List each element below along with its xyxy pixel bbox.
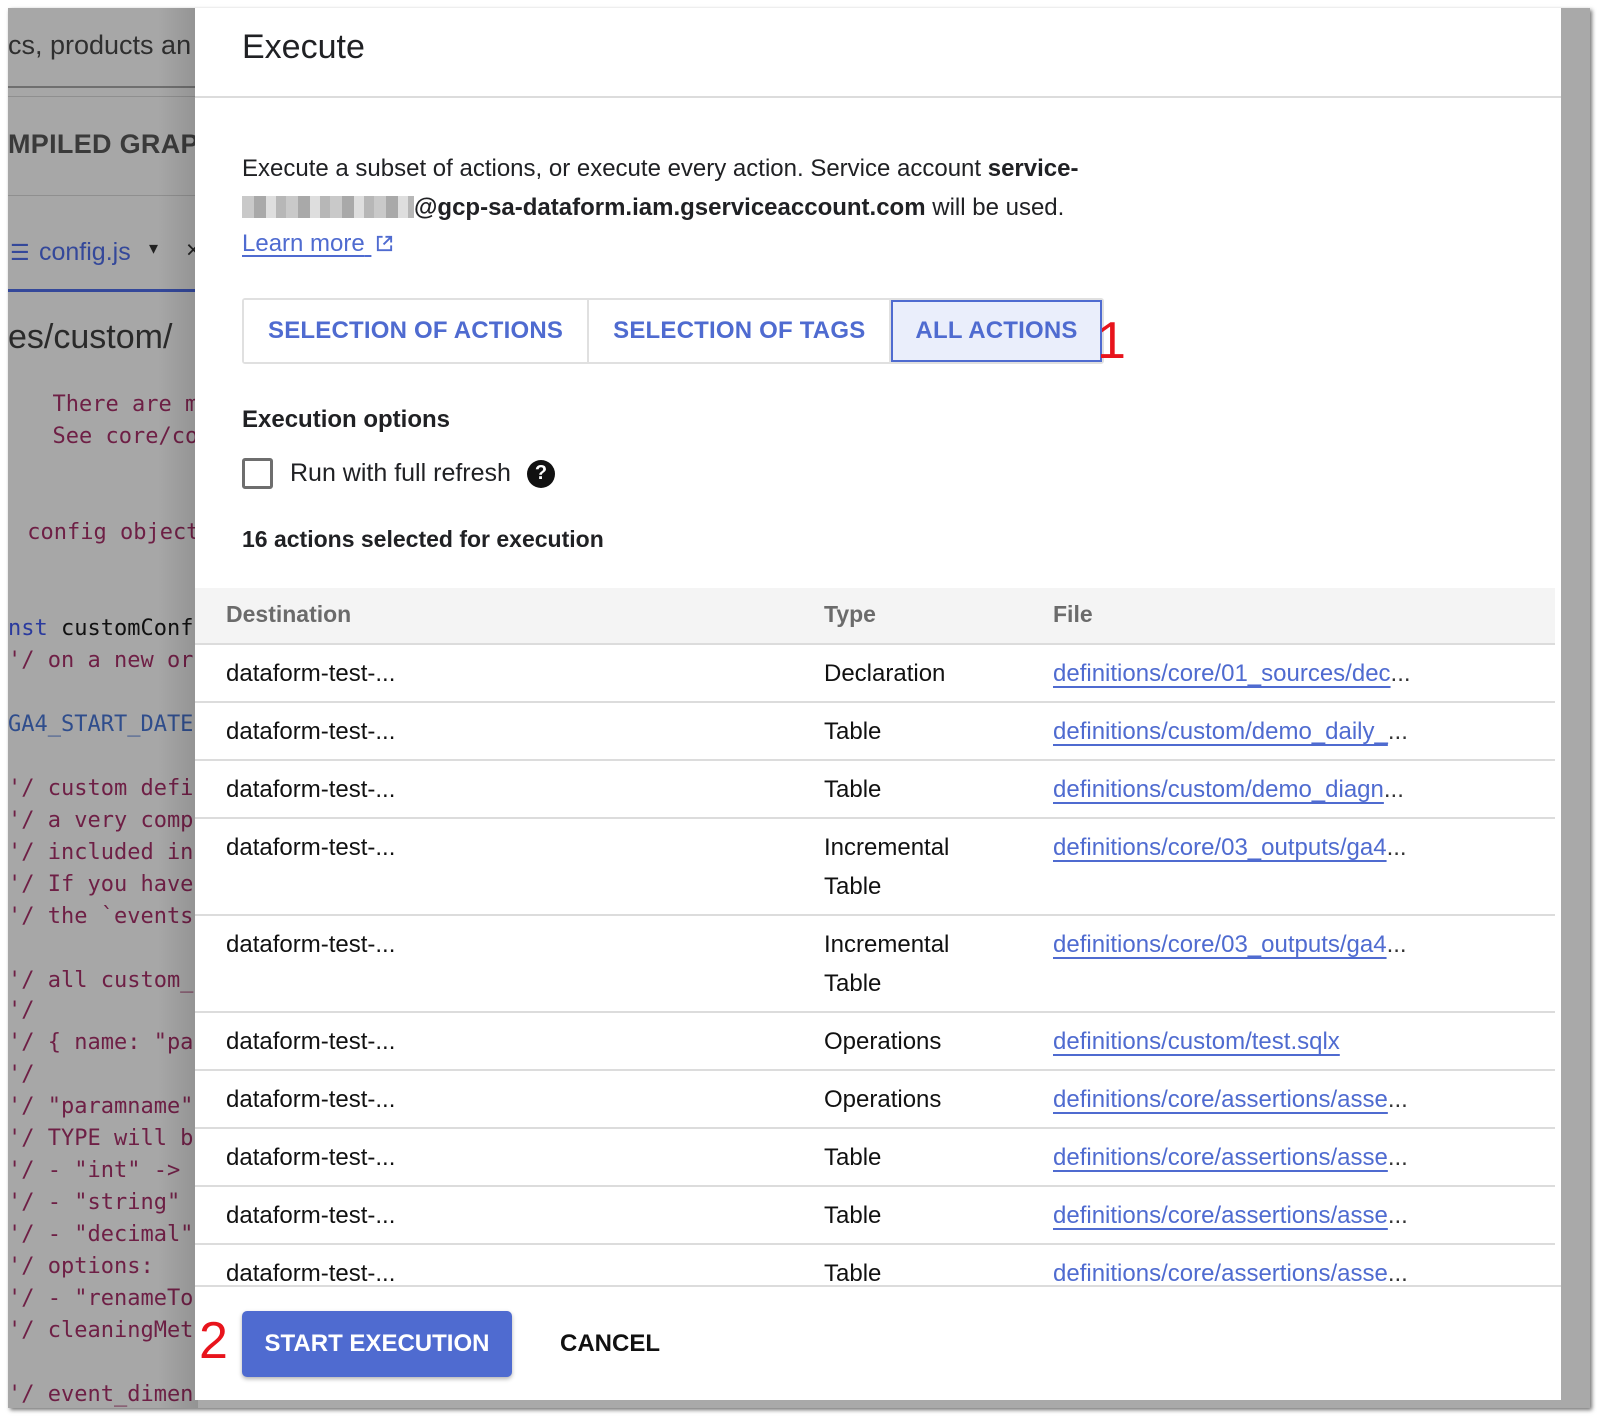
file-path: definitions/core/01_sources/dec [1053, 660, 1391, 687]
external-link-icon [377, 235, 393, 252]
background-shade [158, 8, 198, 1408]
cell-file-link[interactable]: definitions/core/03_outputs/ga4... [1053, 828, 1407, 867]
description-suffix: will be used. [925, 194, 1065, 221]
full-refresh-option: Run with full refresh ? [242, 458, 555, 489]
cell-destination: dataform-test-... [226, 1028, 396, 1055]
cell-destination: dataform-test-... [226, 660, 396, 687]
table-row[interactable]: dataform-test-... Incremental Table defini… [195, 916, 1555, 1013]
dialog-header: Execute [195, 8, 1561, 98]
mode-selection-of-actions[interactable]: SELECTION OF ACTIONS [244, 300, 590, 362]
cell-type: Declaration [824, 660, 946, 687]
table-row[interactable]: dataform-test-... Incremental Table defini… [195, 819, 1555, 916]
cell-destination: dataform-test-... [226, 834, 396, 861]
file-path: definitions/core/assertions/asse [1053, 1086, 1388, 1113]
truncation-ellipsis: ... [1383, 776, 1404, 803]
code-line: '/ - "int" -> [8, 1158, 181, 1183]
file-path: definitions/custom/demo_daily_ [1053, 718, 1388, 745]
code-line: '/ options: [8, 1254, 154, 1279]
cell-destination: dataform-test-... [226, 1144, 396, 1171]
cell-destination: dataform-test-... [226, 931, 396, 958]
full-refresh-checkbox[interactable] [242, 458, 273, 489]
cancel-button[interactable]: CANCEL [560, 1311, 660, 1377]
cell-type: Table [824, 718, 882, 745]
cell-type: Incremental Table [824, 834, 950, 900]
table-row[interactable]: dataform-test-... Table definitions/core/a… [195, 1129, 1555, 1187]
truncation-ellipsis: ... [1387, 1086, 1408, 1113]
execute-dialog: Execute Execute a subset of actions, or … [195, 8, 1561, 1400]
mode-all-actions[interactable]: ALL ACTIONS [891, 300, 1102, 362]
file-path: definitions/core/assertions/asse [1053, 1202, 1388, 1229]
learn-more-link[interactable]: Learn more [242, 230, 394, 258]
cell-file-link[interactable]: definitions/core/assertions/asse... [1053, 1196, 1408, 1235]
file-path: definitions/custom/test.sqlx [1053, 1028, 1340, 1055]
screenshot-frame: cs, products an MPILED GRAPH ☰ config.js… [8, 8, 1590, 1408]
execution-options-heading: Execution options [242, 406, 451, 433]
help-icon[interactable]: ? [526, 459, 555, 488]
mode-selection-of-tags[interactable]: SELECTION OF TAGS [589, 300, 892, 362]
background-editor: cs, products an MPILED GRAPH ☰ config.js… [8, 8, 198, 1408]
cell-file-link[interactable]: definitions/custom/demo_diagn... [1053, 770, 1404, 809]
service-account-start: service- [987, 155, 1079, 182]
description-prefix: Execute a subset of actions, or execute … [242, 155, 988, 182]
cell-file-link[interactable]: definitions/custom/demo_daily_... [1053, 712, 1408, 751]
code-line: '/ [8, 998, 35, 1023]
cell-destination: dataform-test-... [226, 776, 396, 803]
cell-destination: dataform-test-... [226, 1202, 396, 1229]
truncation-ellipsis: ... [1387, 718, 1408, 745]
header-file: File [1053, 601, 1093, 627]
learn-more-label: Learn more [242, 230, 365, 257]
code-line: '/ [8, 1062, 35, 1087]
cell-type: Incremental Table [824, 931, 950, 997]
cell-destination: dataform-test-... [226, 718, 396, 745]
truncation-ellipsis: ... [1387, 1260, 1408, 1287]
table-row[interactable]: dataform-test-... Table definitions/core/a… [195, 1187, 1555, 1245]
cell-type: Table [824, 1202, 882, 1229]
dialog-footer: START EXECUTION CANCEL [195, 1285, 1561, 1400]
cell-type: Operations [824, 1086, 942, 1113]
annotation-marker-1: 1 [1097, 312, 1126, 370]
table-body: dataform-test-... Declaration definitions/… [195, 645, 1555, 1303]
table-row[interactable]: dataform-test-... Declaration definitions/… [195, 645, 1555, 703]
table-row[interactable]: dataform-test-... Table definitions/custom… [195, 703, 1555, 761]
cell-file-link[interactable]: definitions/core/01_sources/dec... [1053, 654, 1411, 693]
execution-mode-toggle: SELECTION OF ACTIONS SELECTION OF TAGS A… [242, 298, 1104, 364]
file-path: definitions/custom/demo_diagn [1053, 776, 1384, 803]
code-line: '/ - "string" [8, 1190, 181, 1215]
dialog-description: Execute a subset of actions, or execute … [242, 149, 1162, 227]
truncation-ellipsis: ... [1387, 1202, 1408, 1229]
table-row[interactable]: dataform-test-... Operations definitions/c… [195, 1013, 1555, 1071]
truncation-ellipsis: ... [1386, 834, 1407, 861]
file-path: definitions/core/assertions/asse [1053, 1260, 1388, 1287]
cell-file-link[interactable]: definitions/core/03_outputs/ga4... [1053, 925, 1407, 964]
truncation-ellipsis: ... [1386, 931, 1407, 958]
service-account-domain: @gcp-sa-dataform.iam.gserviceaccount.com [414, 194, 926, 221]
cell-destination: dataform-test-... [226, 1086, 396, 1113]
table-row[interactable]: dataform-test-... Operations definitions/c… [195, 1071, 1555, 1129]
cell-file-link[interactable]: definitions/core/assertions/asse... [1053, 1080, 1408, 1119]
actions-table: Destination Type File dataform-test-... D… [195, 588, 1555, 1303]
header-destination: Destination [226, 601, 352, 627]
truncation-ellipsis: ... [1390, 660, 1411, 687]
truncation-ellipsis: ... [1387, 1144, 1408, 1171]
dialog-title: Execute [242, 28, 365, 66]
cell-type: Table [824, 776, 882, 803]
file-path: definitions/core/03_outputs/ga4 [1053, 834, 1387, 861]
start-execution-button[interactable]: START EXECUTION [242, 1311, 512, 1377]
cell-file-link[interactable]: definitions/core/assertions/asse... [1053, 1138, 1408, 1177]
cell-file-link[interactable]: definitions/custom/test.sqlx [1053, 1022, 1340, 1061]
table-header: Destination Type File [195, 588, 1555, 645]
file-path: definitions/core/03_outputs/ga4 [1053, 931, 1387, 958]
table-row[interactable]: dataform-test-... Table definitions/custom… [195, 761, 1555, 819]
selected-actions-count: 16 actions selected for execution [242, 526, 604, 552]
cell-type: Table [824, 1144, 882, 1171]
file-path: definitions/core/assertions/asse [1053, 1144, 1388, 1171]
full-refresh-label[interactable]: Run with full refresh [290, 459, 511, 488]
cell-type: Operations [824, 1028, 942, 1055]
header-type: Type [824, 601, 876, 627]
annotation-marker-2: 2 [199, 1312, 228, 1370]
redacted-account-id [242, 196, 414, 218]
